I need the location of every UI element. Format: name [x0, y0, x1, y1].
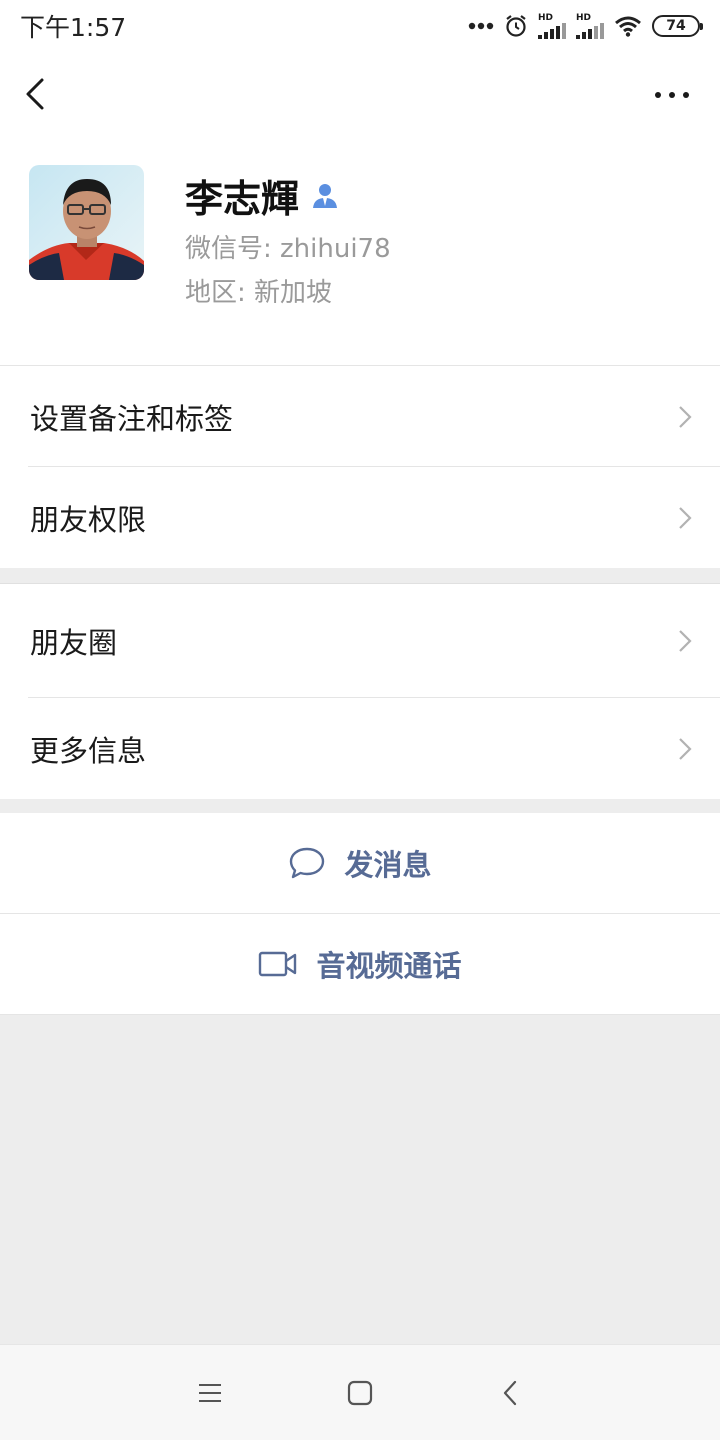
alarm-icon	[506, 15, 526, 37]
menu-item-label: 朋友圈	[30, 626, 118, 660]
hd-label: HD	[576, 12, 592, 23]
system-back-button[interactable]	[435, 1345, 585, 1440]
status-icons: HD HD 74	[468, 12, 703, 39]
menu-item-moments[interactable]: 朋友圈	[0, 584, 720, 698]
signal-icon	[538, 22, 566, 39]
status-bar: 下午1:57 HD HD 74	[0, 0, 720, 52]
menu-group-1: 设置备注和标签 朋友权限	[0, 365, 720, 568]
region: 地区: 新加坡	[185, 278, 333, 308]
menu-lines-icon	[199, 1383, 221, 1402]
menu-item-more-info[interactable]: 更多信息	[0, 698, 720, 799]
menu-item-label: 设置备注和标签	[30, 401, 234, 436]
action-group: 发消息 音视频通话	[0, 813, 720, 1015]
avatar-image	[29, 165, 144, 280]
avatar[interactable]	[29, 165, 144, 280]
chevron-right-icon	[679, 506, 692, 529]
chevron-right-icon	[679, 405, 692, 428]
contact-verified-icon	[313, 183, 338, 208]
send-message-button[interactable]: 发消息	[0, 813, 720, 914]
chat-bubble-icon	[290, 847, 325, 879]
chevron-right-icon	[679, 630, 692, 652]
signal-2: HD	[576, 12, 604, 39]
system-nav-bar	[0, 1344, 720, 1440]
battery-indicator: 74	[652, 15, 703, 37]
menu-group-2: 朋友圈 更多信息	[0, 583, 720, 799]
send-message-label: 发消息	[344, 848, 432, 882]
chevron-right-icon	[679, 737, 692, 760]
menu-item-label: 更多信息	[30, 733, 147, 768]
video-call-label: 音视频通话	[316, 949, 462, 983]
profile-header: 李志輝 微信号: zhihui78 地区: 新加坡	[0, 52, 720, 365]
signal-icon	[576, 22, 604, 39]
back-triangle-icon	[503, 1380, 517, 1405]
battery-level: 74	[666, 18, 686, 34]
status-time: 下午1:57	[20, 13, 127, 42]
menu-item-friend-permissions[interactable]: 朋友权限	[0, 467, 720, 568]
menu-item-remark-tags[interactable]: 设置备注和标签	[0, 366, 720, 467]
video-camera-icon	[259, 951, 297, 977]
more-notifications-icon	[468, 22, 494, 30]
more-dots-icon[interactable]	[654, 88, 690, 102]
wechat-id: 微信号: zhihui78	[185, 234, 391, 264]
hd-label: HD	[538, 12, 554, 23]
home-button[interactable]	[285, 1345, 435, 1440]
profile-name: 李志輝	[185, 177, 300, 221]
profile-name-row: 李志輝	[185, 168, 339, 223]
recent-apps-button[interactable]	[135, 1345, 285, 1440]
menu-item-label: 朋友权限	[30, 502, 147, 537]
home-square-icon	[347, 1380, 373, 1405]
signal-1: HD	[538, 12, 566, 39]
wifi-icon	[615, 16, 641, 37]
back-arrow-icon[interactable]	[22, 76, 50, 112]
video-call-button[interactable]: 音视频通话	[0, 914, 720, 1015]
